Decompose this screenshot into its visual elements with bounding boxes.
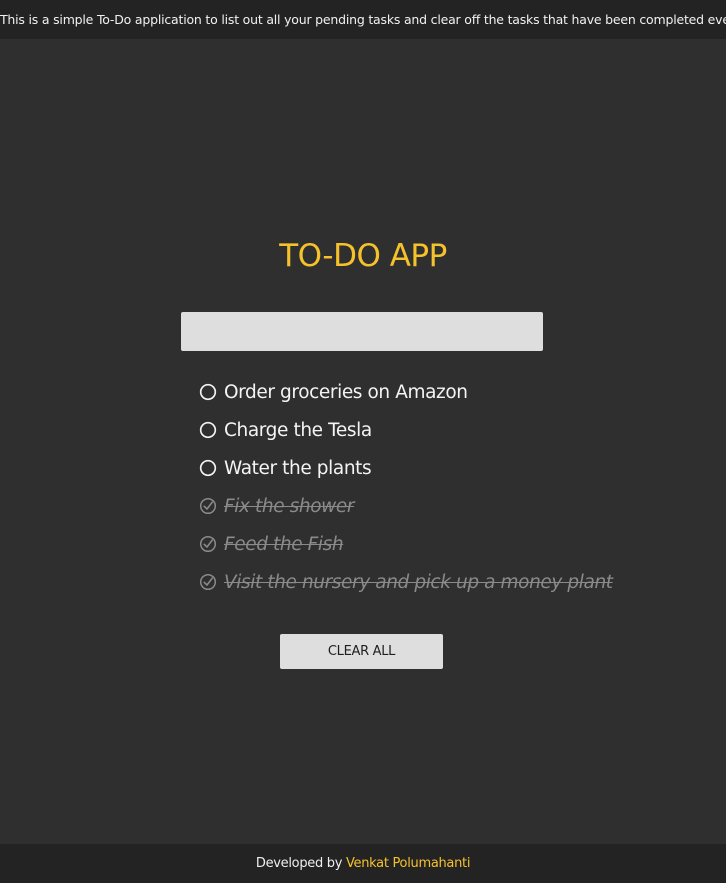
circle-icon[interactable] xyxy=(199,421,217,439)
task-label: Feed the Fish xyxy=(224,533,344,555)
task-item[interactable]: Water the plants xyxy=(199,449,619,487)
task-label: Fix the shower xyxy=(224,495,355,517)
footer-credit-text: Developed by xyxy=(255,856,343,871)
task-item-completed[interactable]: Feed the Fish xyxy=(199,525,619,563)
check-circle-icon[interactable] xyxy=(199,535,217,553)
task-label: Visit the nursery and pick up a money pl… xyxy=(224,571,613,593)
clear-all-button[interactable]: CLEAR ALL xyxy=(280,634,443,669)
task-label: Order groceries on Amazon xyxy=(224,381,468,403)
author-link[interactable]: Venkat Polumahanti xyxy=(346,856,470,871)
new-task-input[interactable] xyxy=(181,312,543,351)
app-page: This is a simple To-Do application to li… xyxy=(0,0,726,883)
footer: Developed by Venkat Polumahanti xyxy=(0,844,726,883)
task-label: Water the plants xyxy=(224,457,372,479)
task-item-completed[interactable]: Fix the shower xyxy=(199,487,619,525)
task-item-completed[interactable]: Visit the nursery and pick up a money pl… xyxy=(199,563,619,601)
check-circle-icon[interactable] xyxy=(199,497,217,515)
circle-icon[interactable] xyxy=(199,383,217,401)
task-item[interactable]: Charge the Tesla xyxy=(199,411,619,449)
description-banner: This is a simple To-Do application to li… xyxy=(0,0,726,39)
page-title: TO-DO APP xyxy=(279,238,447,274)
task-label: Charge the Tesla xyxy=(224,419,372,441)
check-circle-icon[interactable] xyxy=(199,573,217,591)
task-item[interactable]: Order groceries on Amazon xyxy=(199,373,619,411)
task-list: Order groceries on Amazon Charge the Tes… xyxy=(199,373,619,601)
circle-icon[interactable] xyxy=(199,459,217,477)
